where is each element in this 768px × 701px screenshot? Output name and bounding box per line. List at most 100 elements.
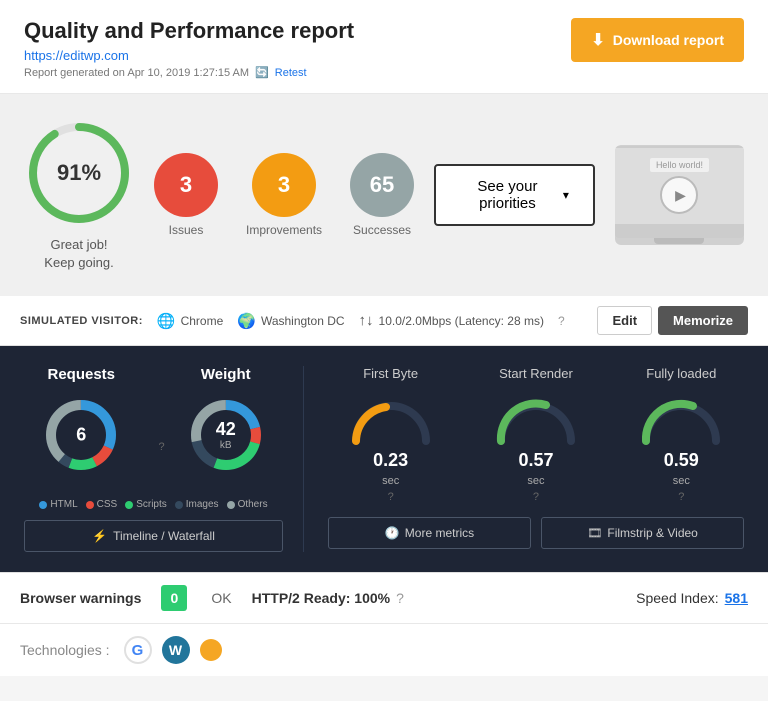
start-render-metric: Start Render 0.57 sec ? [491, 366, 581, 503]
first-byte-help[interactable]: ? [346, 491, 436, 503]
edit-button[interactable]: Edit [597, 306, 652, 335]
video-base [615, 224, 744, 238]
speed-index-section: Speed Index: 581 [636, 590, 748, 606]
clock-icon: 🕐 [385, 526, 400, 540]
browser-warnings-label: Browser warnings [20, 590, 141, 606]
http2-label: HTTP/2 Ready: 100% [252, 590, 391, 606]
speed-index-value[interactable]: 581 [725, 590, 748, 606]
metrics-circles: 3 Issues 3 Improvements 65 Successes [154, 153, 414, 237]
first-byte-unit: sec [382, 475, 399, 487]
start-render-unit: sec [527, 475, 544, 487]
fully-loaded-value: 0.59 [636, 450, 726, 471]
report-meta: Report generated on Apr 10, 2019 1:27:15… [24, 66, 354, 79]
ok-label: OK [211, 590, 231, 606]
first-byte-value: 0.23 [346, 450, 436, 471]
warnings-bar: Browser warnings 0 OK HTTP/2 Ready: 100%… [0, 572, 768, 623]
speed-index-label: Speed Index: [636, 590, 719, 606]
requests-weight-row: Requests 6 [24, 366, 283, 483]
weight-value: 42 kB [216, 419, 236, 451]
tech-icons: G W [124, 636, 222, 664]
filmstrip-button[interactable]: 🎞 Filmstrip & Video [541, 517, 744, 549]
speed-icon: ↑↓ [359, 312, 374, 329]
weight-col: Weight 42 [169, 366, 284, 483]
legend-images: Images [175, 499, 219, 510]
fully-loaded-unit: sec [673, 475, 690, 487]
speed-item: ↑↓ 10.0/2.0Mbps (Latency: 28 ms) [359, 312, 544, 329]
site-link[interactable]: https://editwp.com [24, 48, 354, 63]
legend-scripts: Scripts [125, 499, 167, 510]
laptop-stand [654, 238, 704, 244]
chrome-icon: 🌐 [157, 312, 176, 330]
legend-html: HTML [39, 499, 77, 510]
successes-circle: 65 [350, 153, 414, 217]
timeline-button[interactable]: ⚡ Timeline / Waterfall [24, 520, 283, 552]
technologies-bar: Technologies : G W [0, 623, 768, 676]
browser-name: Chrome [181, 314, 224, 328]
timing-metrics: First Byte 0.23 sec ? Start R [328, 366, 744, 503]
globe-icon: 🌍 [237, 312, 256, 330]
start-render-title: Start Render [491, 366, 581, 381]
video-screen: Hello world! [615, 146, 744, 226]
first-byte-arc [346, 391, 436, 446]
fully-loaded-title: Fully loaded [636, 366, 726, 381]
score-text: 91% [57, 160, 101, 186]
performance-section: Requests 6 [0, 346, 768, 572]
waterfall-icon: ⚡ [92, 529, 107, 543]
download-icon: ⬇ [591, 30, 604, 50]
legend-css: CSS [86, 499, 118, 510]
fully-loaded-help[interactable]: ? [636, 491, 726, 503]
requests-donut: 6 [41, 395, 121, 475]
weight-donut: 42 kB [186, 395, 266, 475]
simulated-visitor-label: SIMULATED VISITOR: [20, 315, 143, 327]
google-tech-icon: G [124, 636, 152, 664]
location-name: Washington DC [261, 314, 345, 328]
requests-col: Requests 6 [24, 366, 139, 483]
start-render-help[interactable]: ? [491, 491, 581, 503]
help-icon[interactable]: ? [558, 314, 565, 328]
more-metrics-button[interactable]: 🕐 More metrics [328, 517, 531, 549]
requests-value: 6 [76, 425, 86, 446]
priorities-button[interactable]: See your priorities ▾ [434, 164, 595, 226]
legend-others: Others [227, 499, 268, 510]
score-label: Great job! Keep going. [24, 236, 134, 272]
first-byte-title: First Byte [346, 366, 436, 381]
wordpress-tech-icon: W [162, 636, 190, 664]
page-title: Quality and Performance report [24, 18, 354, 44]
issues-circle: 3 [154, 153, 218, 217]
technologies-label: Technologies : [20, 642, 110, 658]
start-render-value: 0.57 [491, 450, 581, 471]
summary-section: 91% Great job! Keep going. 3 Issues 3 Im… [0, 94, 768, 296]
speed-value: 10.0/2.0Mbps (Latency: 28 ms) [379, 314, 544, 328]
start-render-arc [491, 391, 581, 446]
issues-metric: 3 Issues [154, 153, 218, 237]
perf-right: First Byte 0.23 sec ? Start R [304, 366, 744, 552]
weight-help-icon[interactable]: ? [159, 441, 165, 453]
requests-title: Requests [24, 366, 139, 383]
metric-action-buttons: 🕐 More metrics 🎞 Filmstrip & Video [328, 517, 744, 549]
memorize-button[interactable]: Memorize [658, 306, 748, 335]
retest-link[interactable]: Retest [275, 67, 307, 79]
refresh-icon: 🔄 [255, 66, 269, 79]
issues-label: Issues [154, 223, 218, 237]
fully-loaded-arc [636, 391, 726, 446]
improvements-metric: 3 Improvements [246, 153, 322, 237]
first-byte-metric: First Byte 0.23 sec ? [346, 366, 436, 503]
fully-loaded-metric: Fully loaded 0.59 sec ? [636, 366, 726, 503]
score-circle-wrap: 91% Great job! Keep going. [24, 118, 134, 272]
visitor-bar: SIMULATED VISITOR: 🌐 Chrome 🌍 Washington… [0, 296, 768, 346]
browser-item: 🌐 Chrome [157, 312, 223, 330]
play-button[interactable] [660, 176, 698, 214]
improvements-label: Improvements [246, 223, 322, 237]
http2-help-icon[interactable]: ? [396, 590, 404, 606]
successes-label: Successes [350, 223, 414, 237]
header-left: Quality and Performance report https://e… [24, 18, 354, 79]
weight-title: Weight [169, 366, 284, 383]
http2-section: HTTP/2 Ready: 100% ? [252, 590, 404, 606]
unknown-tech-icon [200, 639, 222, 661]
header: Quality and Performance report https://e… [0, 0, 768, 94]
chevron-down-icon: ▾ [563, 188, 569, 202]
download-button[interactable]: ⬇ Download report [571, 18, 744, 62]
legend: HTML CSS Scripts Images Others [24, 499, 283, 510]
perf-grid: Requests 6 [24, 366, 744, 552]
score-circle: 91% [24, 118, 134, 228]
